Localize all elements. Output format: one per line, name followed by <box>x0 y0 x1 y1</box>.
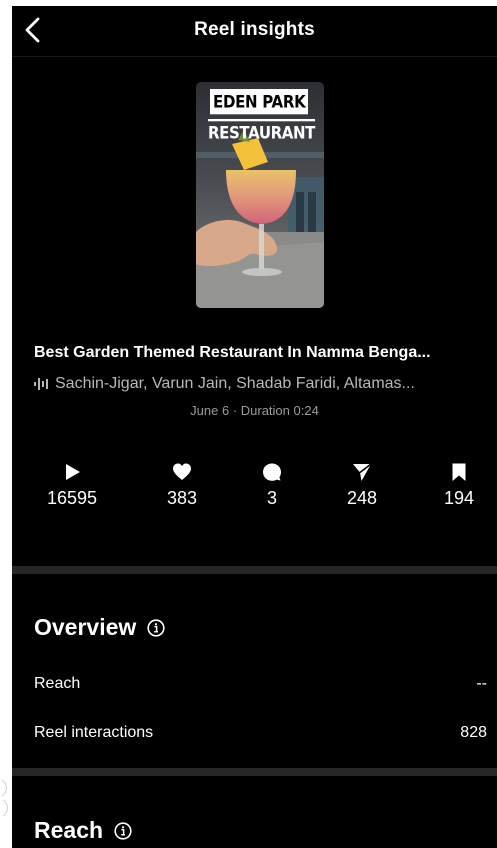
overview-title: Overview <box>34 614 137 640</box>
reach-title: Reach <box>34 817 104 843</box>
stat-comments: 3 <box>232 462 312 509</box>
reel-thumbnail[interactable]: EDEN PARK RESTAURANT <box>196 82 324 308</box>
saves-count: 194 <box>443 488 475 508</box>
row-label: Reach <box>34 675 81 692</box>
row-label: Reel interactions <box>34 724 154 741</box>
thumbnail-caption-line-2: RESTAURANT <box>208 119 315 143</box>
stat-likes: 383 <box>142 462 222 509</box>
section-divider <box>12 566 497 574</box>
thumbnail-image <box>196 82 324 308</box>
plays-count: 16595 <box>46 488 98 508</box>
info-icon[interactable] <box>114 821 132 840</box>
row-value: 828 <box>460 724 487 741</box>
page-title: Reel insights <box>194 19 315 40</box>
heart-icon <box>173 463 191 480</box>
reach-heading: Reach <box>34 817 132 844</box>
section-divider <box>12 768 497 776</box>
overview-row-reel-interactions[interactable]: Reel interactions 828 <box>34 724 487 742</box>
bookmark-icon <box>452 463 466 481</box>
info-icon[interactable] <box>147 618 165 637</box>
overview-heading: Overview <box>34 614 165 641</box>
audio-text: Sachin-Jigar, Varun Jain, Shadab Faridi,… <box>55 375 415 392</box>
stat-saves: 194 <box>419 462 497 509</box>
audio-waveform-icon <box>34 378 48 390</box>
comments-count: 3 <box>266 488 277 508</box>
send-icon <box>353 463 372 481</box>
shares-count: 248 <box>346 488 378 508</box>
top-bar: Reel insights <box>12 6 497 57</box>
stats-row: 16595 383 3 248 194 <box>12 462 497 522</box>
thumbnail-caption-line-1: EDEN PARK <box>210 89 309 115</box>
audio-info[interactable]: Sachin-Jigar, Varun Jain, Shadab Faridi,… <box>34 375 494 393</box>
comment-icon <box>263 463 281 481</box>
row-value: -- <box>476 675 487 692</box>
reel-title: Best Garden Themed Restaurant In Namma B… <box>34 344 431 361</box>
stat-shares: 248 <box>322 462 402 509</box>
overview-row-reach[interactable]: Reach -- <box>34 675 487 693</box>
play-icon <box>66 464 80 480</box>
reel-insights-screen: Reel insights EDEN PARK RESTAURANT Best … <box>12 6 497 848</box>
likes-count: 383 <box>166 488 198 508</box>
reel-meta: June 6 · Duration 0:24 <box>190 403 319 418</box>
watermark-mark <box>1 779 8 817</box>
stat-plays: 16595 <box>32 462 112 509</box>
